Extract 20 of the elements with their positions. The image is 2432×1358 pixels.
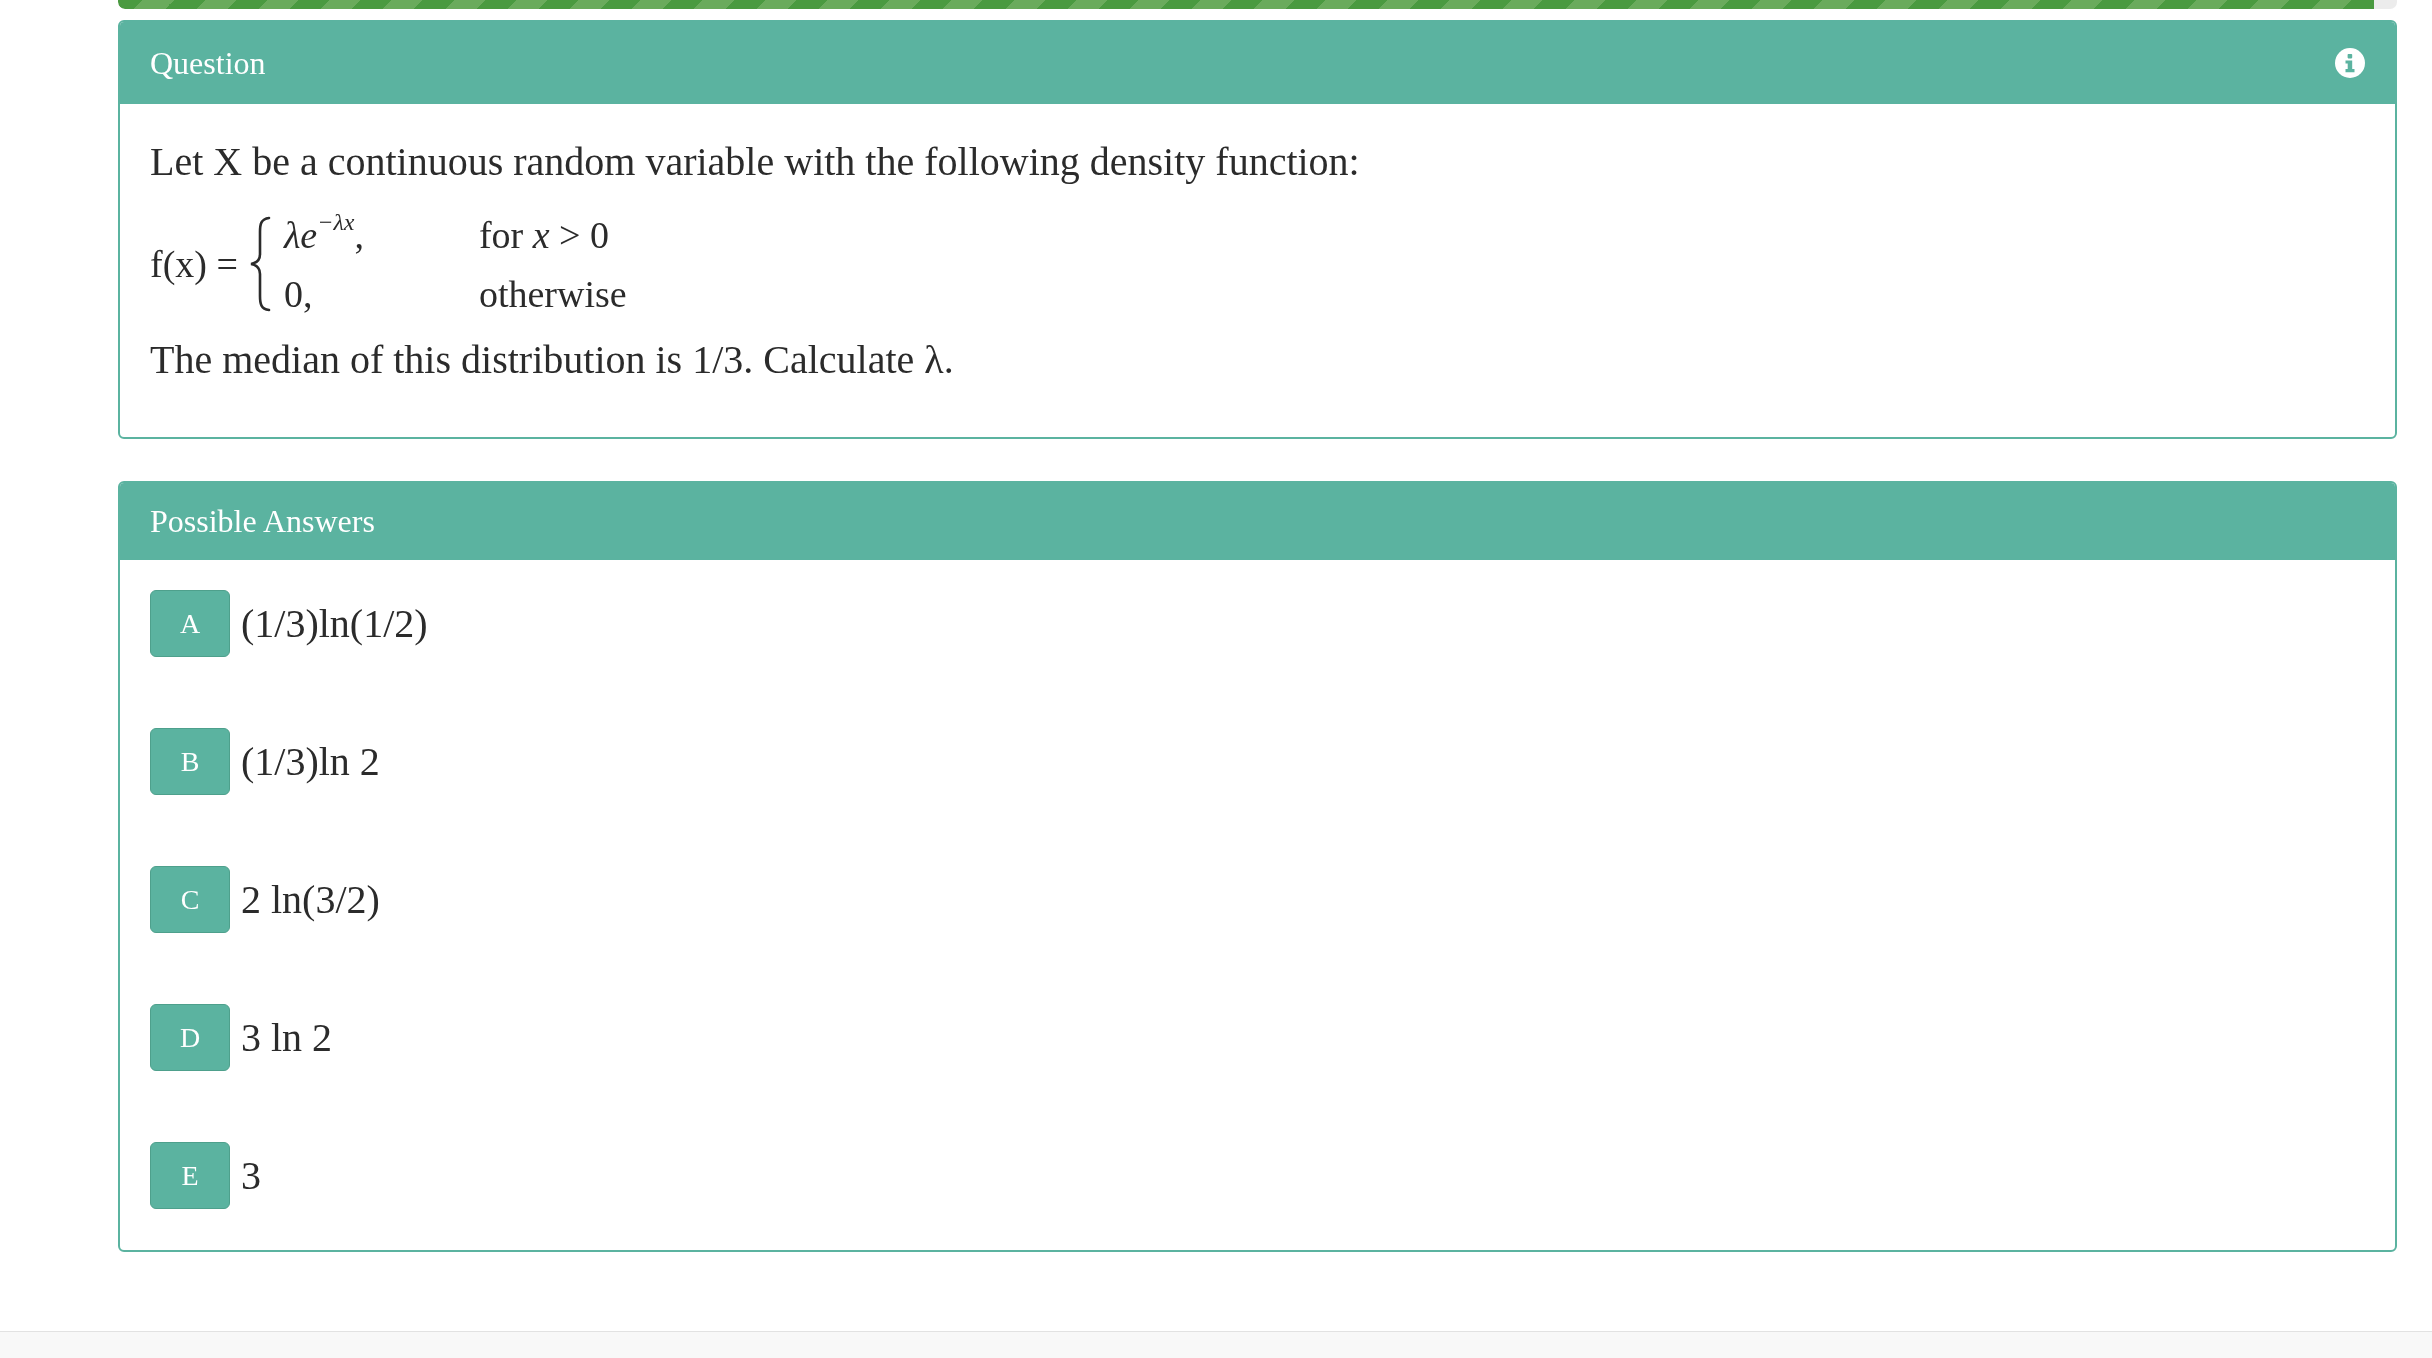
formula-text: f(x) =: [150, 242, 238, 287]
answer-button[interactable]: C: [150, 866, 230, 933]
formula-text: λe$^{−λx}$,: [283, 211, 364, 258]
formula-text: for x > 0: [478, 212, 610, 258]
question-text: Let X be a continuous random variable with the following density function:: [150, 138, 1361, 186]
card-title: Possible Answers: [150, 502, 375, 541]
card-title: Question: [150, 43, 266, 83]
answer-button[interactable]: E: [150, 1142, 230, 1209]
answer-text: 3 ln 2: [241, 1013, 333, 1062]
answer-button[interactable]: B: [150, 728, 230, 795]
answer-text: (1/3)ln 2: [241, 737, 380, 786]
formula-text: otherwise: [478, 271, 627, 317]
answer-button[interactable]: D: [150, 1004, 230, 1071]
answer-text: 2 ln(3/2): [241, 875, 380, 924]
info-icon[interactable]: [2335, 48, 2365, 78]
question-text: The median of this distribution is 1/3. Calculate λ.: [150, 336, 955, 384]
formula-text: 0,: [283, 271, 313, 317]
answer-text: (1/3)ln(1/2): [241, 599, 428, 648]
answer-text: 3: [241, 1151, 261, 1200]
answer-button[interactable]: A: [150, 590, 230, 657]
